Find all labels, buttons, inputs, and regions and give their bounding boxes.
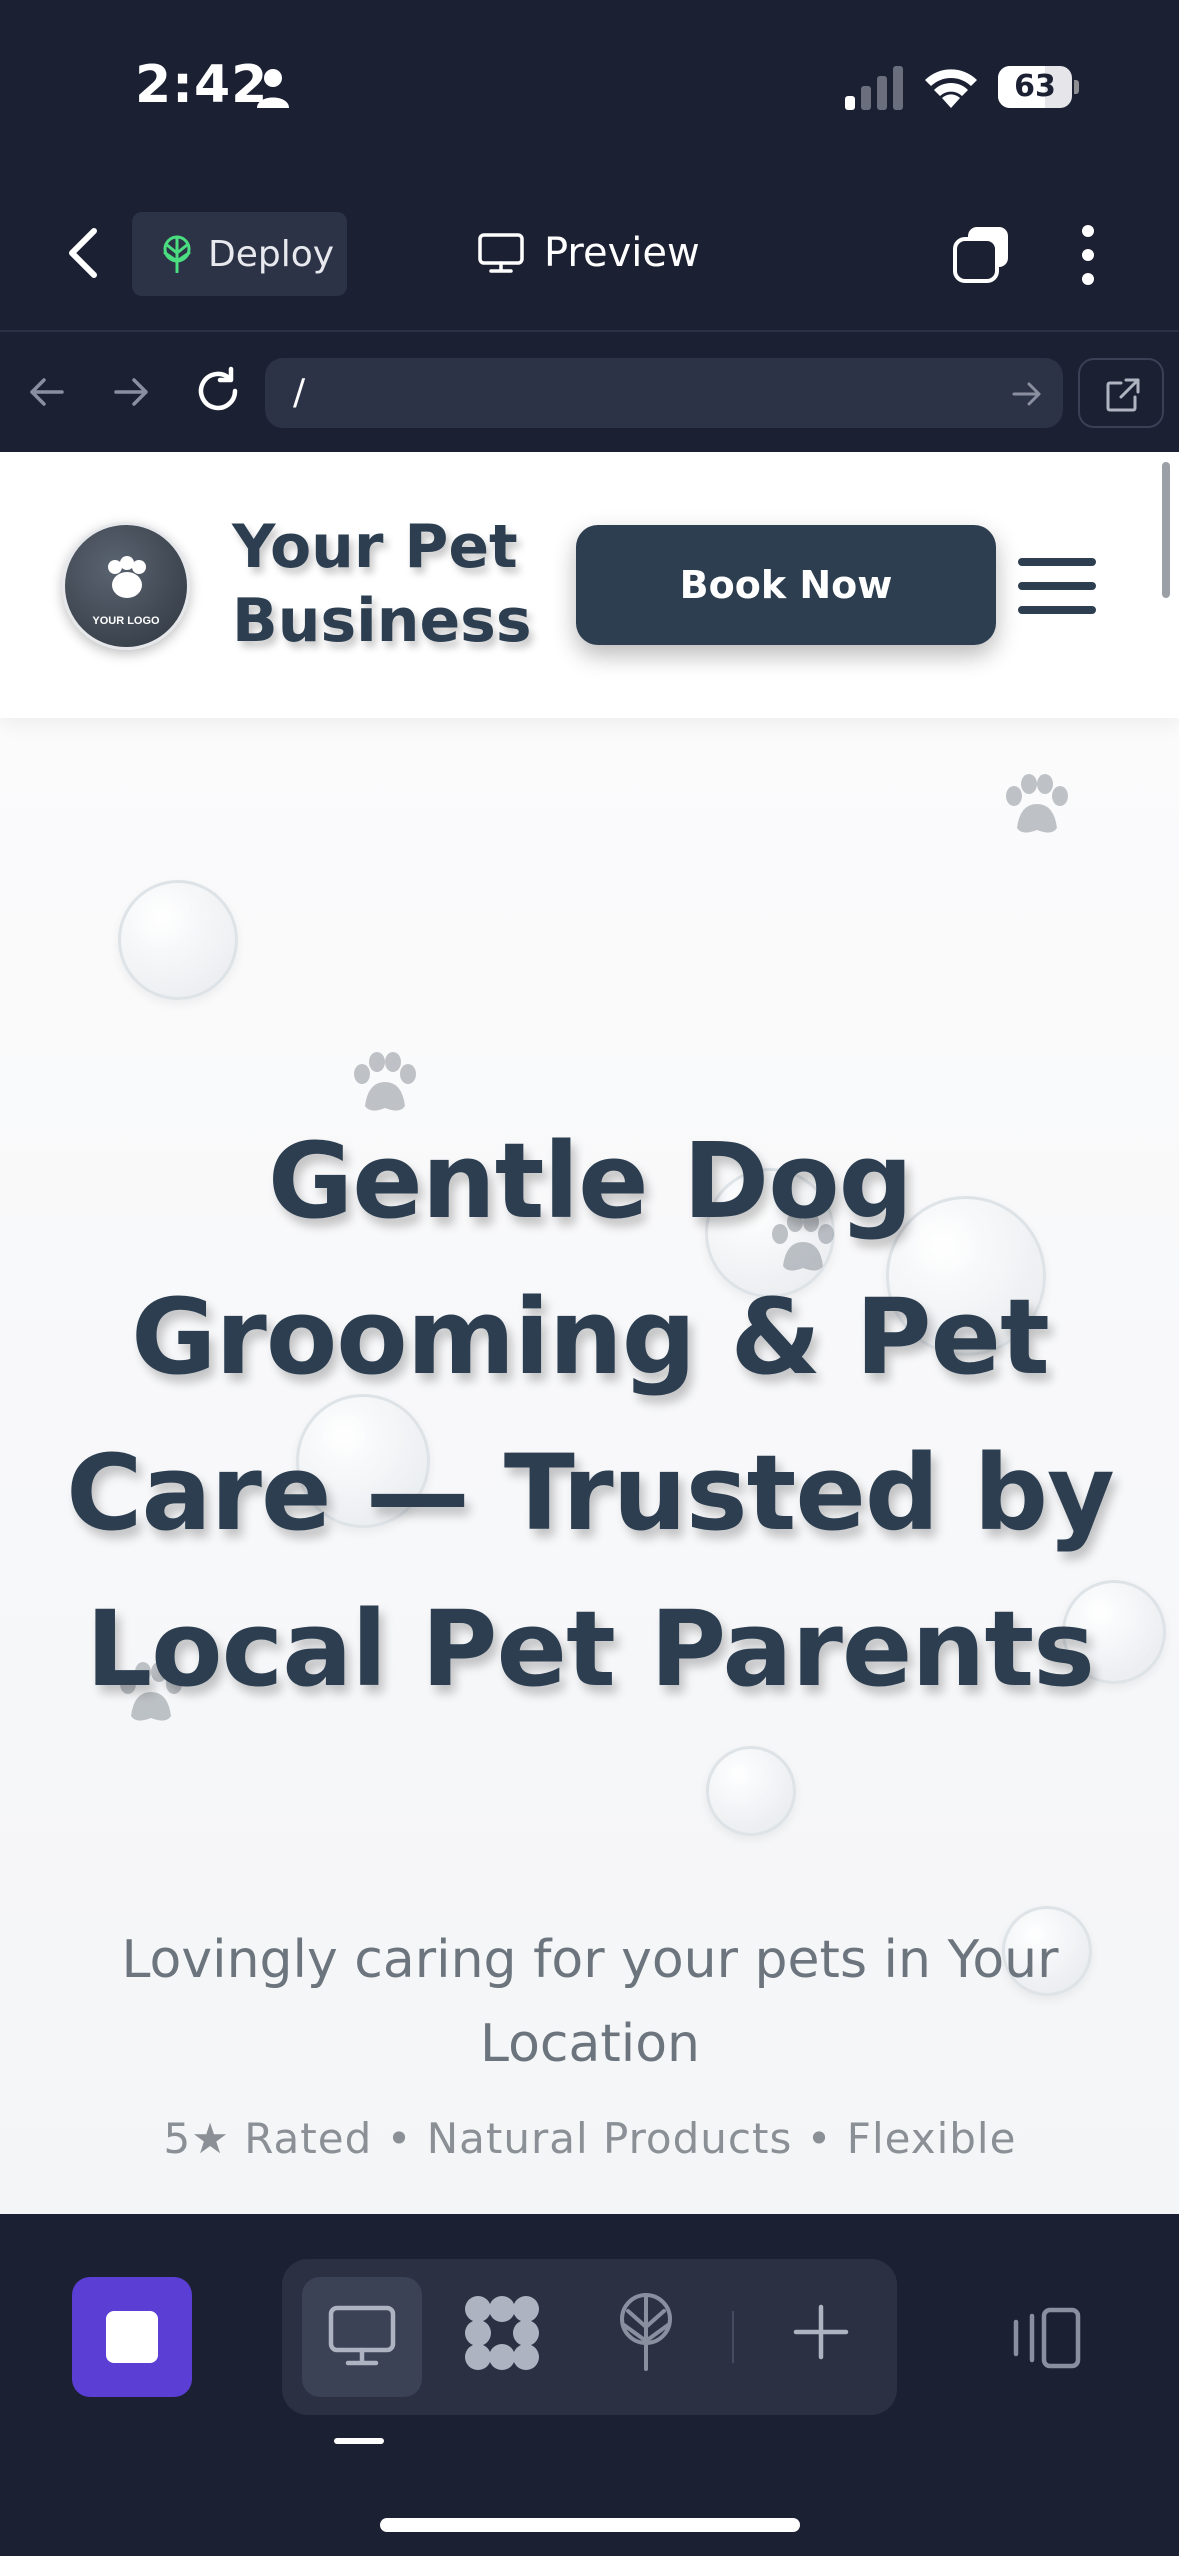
battery-percent: 63 (1014, 69, 1056, 104)
url-row: / (0, 330, 1179, 452)
home-indicator[interactable] (380, 2518, 800, 2532)
wifi-icon (925, 69, 977, 108)
paw-icon (1006, 774, 1068, 833)
divider (732, 2311, 734, 2363)
arrow-right-icon[interactable] (112, 372, 152, 412)
tree-icon[interactable] (616, 2291, 676, 2371)
active-indicator (334, 2438, 384, 2444)
hero-title: Gentle Dog Grooming & Pet Care — Trusted… (66, 1120, 1115, 1710)
stop-icon (106, 2311, 158, 2363)
status-time: 2:42 (135, 55, 269, 115)
deploy-button[interactable]: Deploy (132, 212, 347, 296)
bottom-toolbar (0, 2214, 1179, 2556)
site-header: YOUR LOGO Your Pet Business Book Now (0, 452, 1179, 718)
more-vertical-icon[interactable] (1074, 223, 1102, 287)
desktop-preview-button[interactable] (302, 2277, 422, 2397)
open-external-button[interactable] (1078, 358, 1164, 428)
signal-icon (845, 66, 903, 110)
arrow-left-icon[interactable] (26, 372, 66, 412)
grid-blob-icon[interactable] (462, 2293, 542, 2373)
decorative-bubble (706, 1746, 796, 1836)
url-input[interactable]: / (265, 358, 1063, 428)
status-bar: 2:42 63 (0, 0, 1179, 175)
mode-switcher (282, 2259, 897, 2415)
book-now-button[interactable]: Book Now (576, 525, 996, 645)
tabs-icon[interactable] (952, 225, 1012, 285)
hero-subtitle: Lovingly caring for your pets in Your Lo… (121, 1930, 1059, 2074)
chevron-left-icon[interactable] (62, 225, 106, 281)
brand-name[interactable]: Your Pet Business (232, 510, 552, 658)
plus-icon[interactable] (792, 2303, 850, 2361)
battery-icon: 63 (998, 66, 1079, 108)
deploy-label: Deploy (208, 233, 335, 275)
web-preview: YOUR LOGO Your Pet Business Book Now Gen… (0, 452, 1179, 2214)
hero-features: 5★ Rated • Natural Products • Flexible (163, 2114, 1017, 2163)
monitor-icon (478, 233, 524, 273)
decorative-bubble (118, 880, 238, 1000)
paw-icon (108, 556, 146, 598)
panel-toggle-icon[interactable] (1010, 2306, 1082, 2370)
app-toolbar: Deploy Preview (0, 175, 1179, 330)
tree-icon (163, 235, 191, 273)
hamburger-menu-icon[interactable] (1018, 558, 1096, 614)
external-link-icon (1106, 378, 1140, 412)
arrow-right-icon[interactable] (1011, 378, 1043, 410)
site-logo[interactable]: YOUR LOGO (62, 522, 190, 650)
monitor-icon (328, 2305, 396, 2366)
preview-button[interactable]: Preview (478, 223, 700, 283)
preview-label: Preview (544, 230, 700, 276)
url-text: / (293, 372, 306, 413)
person-icon (257, 69, 289, 108)
scrollbar[interactable] (1162, 462, 1170, 598)
reload-icon[interactable] (193, 366, 243, 416)
hero-section: Gentle Dog Grooming & Pet Care — Trusted… (0, 718, 1179, 2214)
logo-text: YOUR LOGO (92, 615, 160, 627)
stop-button[interactable] (72, 2277, 192, 2397)
